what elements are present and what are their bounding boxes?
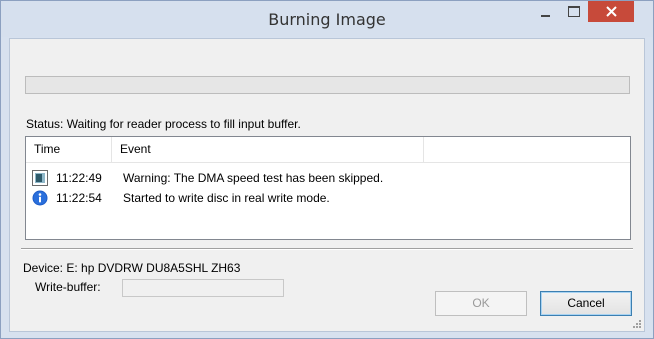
write-buffer-label: Write-buffer: [35,280,101,294]
column-header-time[interactable]: Time [26,137,112,162]
column-header-event[interactable]: Event [112,137,424,162]
log-message: Started to write disc in real write mode… [123,191,330,205]
log-time: 11:22:54 [56,191,102,205]
dialog-body: Status: Waiting for reader process to fi… [9,38,645,332]
resize-grip-icon[interactable] [632,319,642,329]
burning-image-dialog: Burning Image Status: Waiting for reader… [0,0,654,339]
event-log-list[interactable]: Time Event 11:22:49 Warning: The DMA spe… [25,136,631,240]
log-time: 11:22:49 [56,171,102,185]
minimize-button[interactable] [532,1,559,22]
separator [21,248,633,250]
info-icon [32,190,48,206]
burn-progress-bar [25,76,630,94]
ok-button[interactable]: OK [435,291,527,316]
maximize-button[interactable] [560,1,587,22]
log-header: Time Event [26,137,630,163]
title-bar[interactable]: Burning Image [1,1,653,37]
write-buffer-field [122,279,284,297]
status-text: Status: Waiting for reader process to fi… [26,117,301,131]
close-icon [605,6,617,17]
maximize-icon [567,6,580,17]
device-info: Device: E: hp DVDRW DU8A5SHL ZH63 [23,261,241,275]
warning-icon [32,170,48,186]
close-button[interactable] [588,1,634,22]
minimize-icon [541,14,550,17]
cancel-button[interactable]: Cancel [540,291,632,316]
log-message: Warning: The DMA speed test has been ski… [123,171,384,185]
